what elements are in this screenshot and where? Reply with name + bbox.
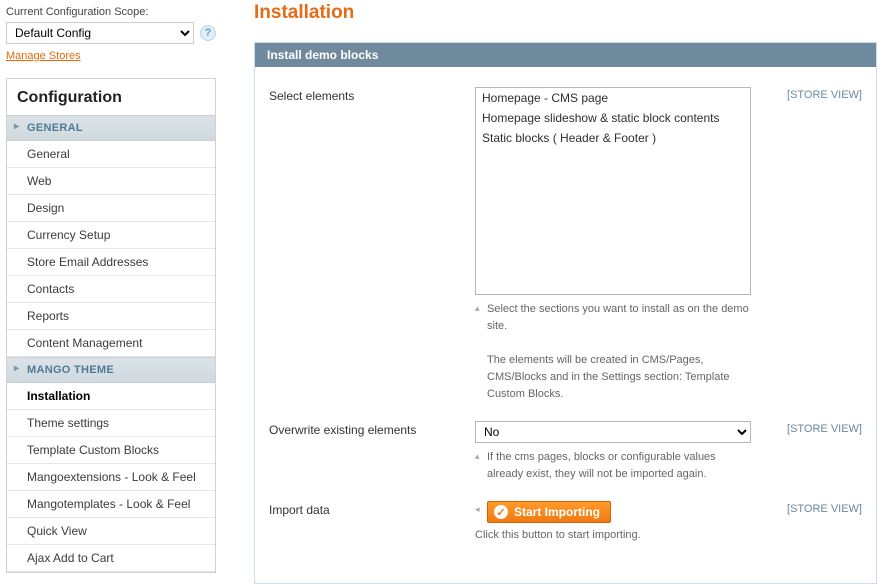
page-title: Installation xyxy=(254,0,877,24)
scope-select[interactable]: Default Config xyxy=(6,22,194,44)
import-button-label: Start Importing xyxy=(514,505,600,519)
config-nav: Configuration GENERAL General Web Design… xyxy=(6,78,216,573)
scope-badge: [STORE VIEW] xyxy=(787,501,862,515)
scope-badge: [STORE VIEW] xyxy=(787,421,862,435)
select-elements-hint: Select the sections you want to install … xyxy=(475,301,751,403)
overwrite-hint: If the cms pages, blocks or configurable… xyxy=(475,449,751,483)
nav-group-mango[interactable]: MANGO THEME xyxy=(7,357,215,383)
nav-group-general[interactable]: GENERAL xyxy=(7,115,215,141)
sidebar-item-quick-view[interactable]: Quick View xyxy=(7,518,215,545)
sidebar-item-general[interactable]: General xyxy=(7,141,215,168)
panel-header: Install demo blocks xyxy=(255,43,876,67)
check-icon: ✓ xyxy=(494,505,508,519)
ms-option[interactable]: Homepage - CMS page xyxy=(476,88,750,108)
sidebar-item-ajax-cart[interactable]: Ajax Add to Cart xyxy=(7,545,215,572)
sidebar-item-template-blocks[interactable]: Template Custom Blocks xyxy=(7,437,215,464)
sidebar-item-content-mgmt[interactable]: Content Management xyxy=(7,330,215,357)
manage-stores-link[interactable]: Manage Stores xyxy=(6,50,81,62)
help-icon[interactable]: ? xyxy=(200,25,216,41)
overwrite-label: Overwrite existing elements xyxy=(269,421,475,437)
install-panel: Install demo blocks Select elements Home… xyxy=(254,42,877,584)
sidebar-item-mango-tpl[interactable]: Mangotemplates - Look & Feel xyxy=(7,491,215,518)
sidebar-item-store-email[interactable]: Store Email Addresses xyxy=(7,249,215,276)
ms-option[interactable]: Homepage slideshow & static block conten… xyxy=(476,108,750,128)
sidebar-item-installation[interactable]: Installation xyxy=(7,383,215,410)
import-hint: Click this button to start importing. xyxy=(475,529,751,541)
import-label: Import data xyxy=(269,501,475,517)
sidebar-item-currency[interactable]: Currency Setup xyxy=(7,222,215,249)
select-elements-multiselect[interactable]: Homepage - CMS page Homepage slideshow &… xyxy=(475,87,751,295)
sidebar-item-mango-ext[interactable]: Mangoextensions - Look & Feel xyxy=(7,464,215,491)
scope-label: Current Configuration Scope: xyxy=(6,6,216,18)
ms-option[interactable]: Static blocks ( Header & Footer ) xyxy=(476,128,750,148)
sidebar-item-contacts[interactable]: Contacts xyxy=(7,276,215,303)
scope-badge: [STORE VIEW] xyxy=(787,87,862,101)
overwrite-select[interactable]: No xyxy=(475,421,751,443)
select-elements-label: Select elements xyxy=(269,87,475,103)
sidebar-item-theme-settings[interactable]: Theme settings xyxy=(7,410,215,437)
sidebar-item-design[interactable]: Design xyxy=(7,195,215,222)
start-importing-button[interactable]: ✓ Start Importing xyxy=(487,501,611,523)
sidebar-item-reports[interactable]: Reports xyxy=(7,303,215,330)
config-title: Configuration xyxy=(7,79,215,115)
sidebar-item-web[interactable]: Web xyxy=(7,168,215,195)
